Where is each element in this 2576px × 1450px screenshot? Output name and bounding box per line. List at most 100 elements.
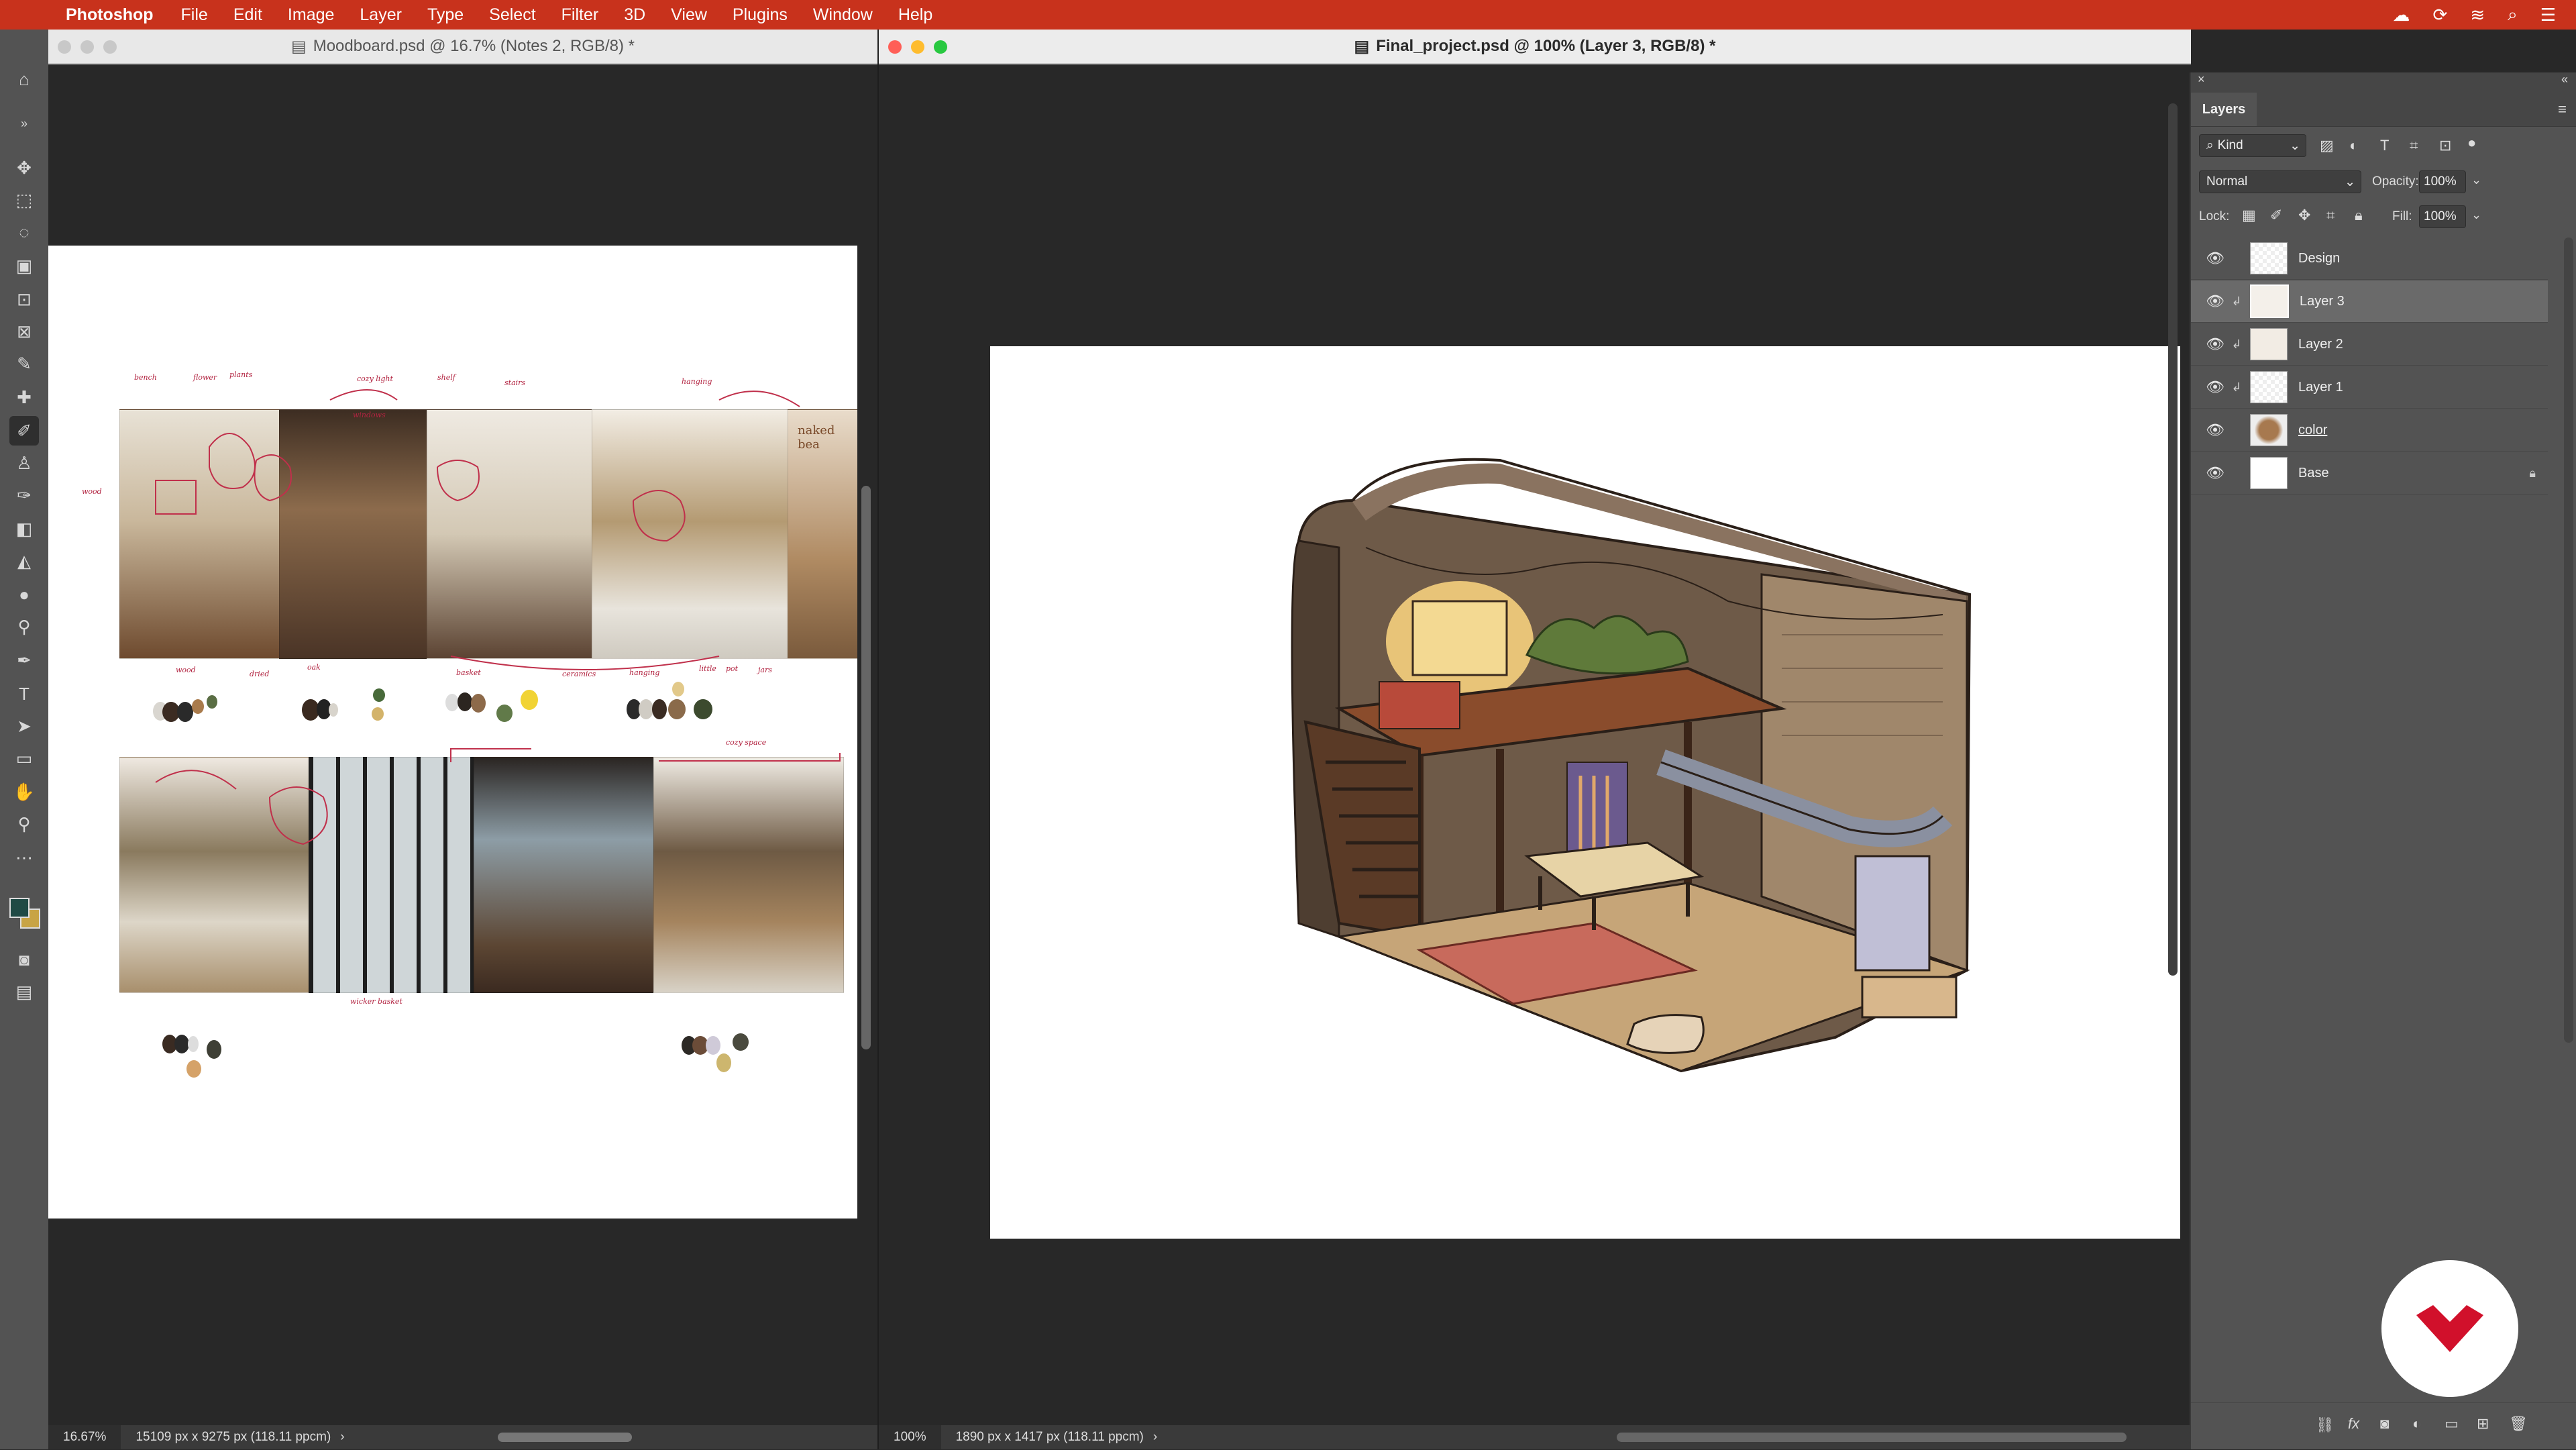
history-brush-icon[interactable]: ✑ [9,480,39,510]
add-mask-icon[interactable]: ◙ [2380,1415,2389,1433]
crop-tool-icon[interactable]: ⊡ [9,284,39,314]
menu-filter[interactable]: Filter [561,5,599,25]
link-layers-icon[interactable]: ⛓ [2316,1416,2334,1434]
visibility-eye-icon[interactable]: 👁︎ [2200,378,2230,396]
moodboard-title-bar[interactable]: ▤ Moodboard.psd @ 16.7% (Notes 2, RGB/8) … [48,30,877,64]
shape-filter-icon[interactable]: ⌗ [2410,137,2418,154]
menu-help[interactable]: Help [898,5,932,25]
visibility-eye-icon[interactable]: 👁︎ [2200,421,2230,439]
quick-mask-icon[interactable]: ◙ [9,945,39,974]
layer-row-layer-3[interactable]: 👁︎ ↲ Layer 3 [2191,280,2548,323]
chevron-down-icon[interactable]: ⌄ [2471,208,2481,222]
zoom-tool-icon[interactable]: ⚲ [9,809,39,839]
rectangle-tool-icon[interactable]: ▭ [9,743,39,773]
more-tools-icon[interactable]: ⋯ [9,843,39,872]
marquee-tool-icon[interactable]: ⬚ [9,185,39,215]
minimize-button[interactable] [911,40,924,54]
close-button[interactable] [888,40,902,54]
close-button[interactable] [58,40,71,54]
final-project-title-bar[interactable]: ▤ Final_project.psd @ 100% (Layer 3, RGB/… [879,30,2191,64]
menu-window[interactable]: Window [813,5,873,25]
minimize-button[interactable] [80,40,94,54]
chevron-right-icon[interactable]: › [1153,1430,1157,1445]
eraser-tool-icon[interactable]: ◧ [9,514,39,543]
lock-transparent-icon[interactable]: ▦ [2242,207,2256,224]
moodboard-vertical-scrollbar[interactable] [861,486,871,1049]
visibility-eye-icon[interactable]: 👁︎ [2200,464,2230,482]
layer-row-design[interactable]: 👁︎ Design [2191,238,2548,280]
layer-row-color[interactable]: 👁︎ color [2191,409,2548,452]
menu-select[interactable]: Select [489,5,535,25]
layers-scrollbar[interactable] [2564,238,2573,1043]
panel-menu-icon[interactable]: ≡ [2558,101,2567,118]
screen-mode-icon[interactable]: ▤ [9,977,39,1006]
final-project-horizontal-scrollbar[interactable] [1617,1433,2127,1442]
color-swatches[interactable] [8,895,40,929]
fx-icon[interactable]: fx [2348,1415,2359,1433]
type-filter-icon[interactable]: T [2380,137,2389,154]
menu-plugins[interactable]: Plugins [733,5,788,25]
close-panel-icon[interactable]: × [2198,72,2205,87]
smart-object-filter-icon[interactable]: ⊡ [2439,137,2451,154]
layer-row-base[interactable]: 👁︎ Base 🔒︎ [2191,452,2548,495]
menu-type[interactable]: Type [427,5,464,25]
search-icon[interactable]: ⌕ [2508,4,2518,25]
collapse-panel-icon[interactable]: « [2561,72,2568,87]
opacity-input[interactable]: 100% [2419,170,2466,193]
lock-all-icon[interactable]: 🔒︎ [2355,207,2363,224]
move-tool-icon[interactable]: ✥ [9,153,39,183]
zoom-level[interactable]: 16.67% [48,1425,121,1449]
sync-icon[interactable]: ⟳ [2433,5,2448,25]
artwork-canvas[interactable] [990,346,2180,1239]
menu-edit[interactable]: Edit [233,5,262,25]
pen-tool-icon[interactable]: ✒ [9,645,39,675]
menu-view[interactable]: View [671,5,707,25]
zoom-button[interactable] [934,40,947,54]
fill-input[interactable]: 100% [2419,205,2466,228]
expand-icon[interactable]: » [9,109,39,138]
layer-name[interactable]: Base [2298,466,2329,481]
menu-3d[interactable]: 3D [624,5,645,25]
dodge-tool-icon[interactable]: ⚲ [9,612,39,641]
blur-tool-icon[interactable]: ● [9,580,39,609]
hand-tool-icon[interactable]: ✋ [9,777,39,807]
layer-row-layer-2[interactable]: 👁︎ ↲ Layer 2 [2191,323,2548,366]
paint-bucket-icon[interactable]: ◭ [9,546,39,576]
lock-position-icon[interactable]: ✥ [2298,207,2310,224]
layer-name[interactable]: Layer 1 [2298,380,2343,395]
wifi-icon[interactable]: ≋ [2470,5,2485,25]
menu-image[interactable]: Image [288,5,334,25]
delete-layer-icon[interactable]: 🗑︎ [2509,1415,2528,1433]
layer-name[interactable]: color [2298,423,2327,438]
healing-brush-icon[interactable]: ✚ [9,382,39,412]
visibility-eye-icon[interactable]: 👁︎ [2200,250,2230,267]
layer-row-layer-1[interactable]: 👁︎ ↲ Layer 1 [2191,366,2548,409]
layers-tab[interactable]: Layers [2191,93,2257,126]
new-group-icon[interactable]: ▭ [2445,1415,2459,1433]
filter-toggle-icon[interactable]: ● [2467,134,2476,152]
moodboard-canvas[interactable]: naked bea bench flower plants cozy light… [48,246,857,1219]
layer-filter-select[interactable]: ⌕ Kind ⌄ [2199,134,2306,157]
lock-artboard-icon[interactable]: ⌗ [2326,207,2334,224]
new-layer-icon[interactable]: ⊞ [2477,1415,2489,1433]
final-project-vertical-scrollbar[interactable] [2168,103,2178,976]
object-select-tool-icon[interactable]: ▣ [9,251,39,280]
brush-tool-icon[interactable]: ✐ [9,416,39,446]
adjustment-filter-icon[interactable]: ◐ [2349,137,2358,154]
eyedropper-tool-icon[interactable]: ✎ [9,349,39,378]
pixel-filter-icon[interactable]: ▨ [2320,137,2334,154]
chevron-down-icon[interactable]: ⌄ [2471,173,2481,187]
layer-name[interactable]: Design [2298,251,2340,266]
home-icon[interactable]: ⌂ [9,64,39,94]
menu-app-name[interactable]: Photoshop [66,5,154,25]
zoom-level[interactable]: 100% [879,1425,941,1449]
chevron-right-icon[interactable]: › [340,1430,344,1445]
zoom-button[interactable] [103,40,117,54]
control-center-icon[interactable]: ☰ [2540,5,2556,25]
menu-file[interactable]: File [181,5,208,25]
layer-name[interactable]: Layer 3 [2300,294,2345,309]
lasso-tool-icon[interactable]: ◌ [9,217,39,247]
type-tool-icon[interactable]: T [9,679,39,709]
layer-name[interactable]: Layer 2 [2298,337,2343,352]
blend-mode-select[interactable]: Normal ⌄ [2199,170,2361,193]
